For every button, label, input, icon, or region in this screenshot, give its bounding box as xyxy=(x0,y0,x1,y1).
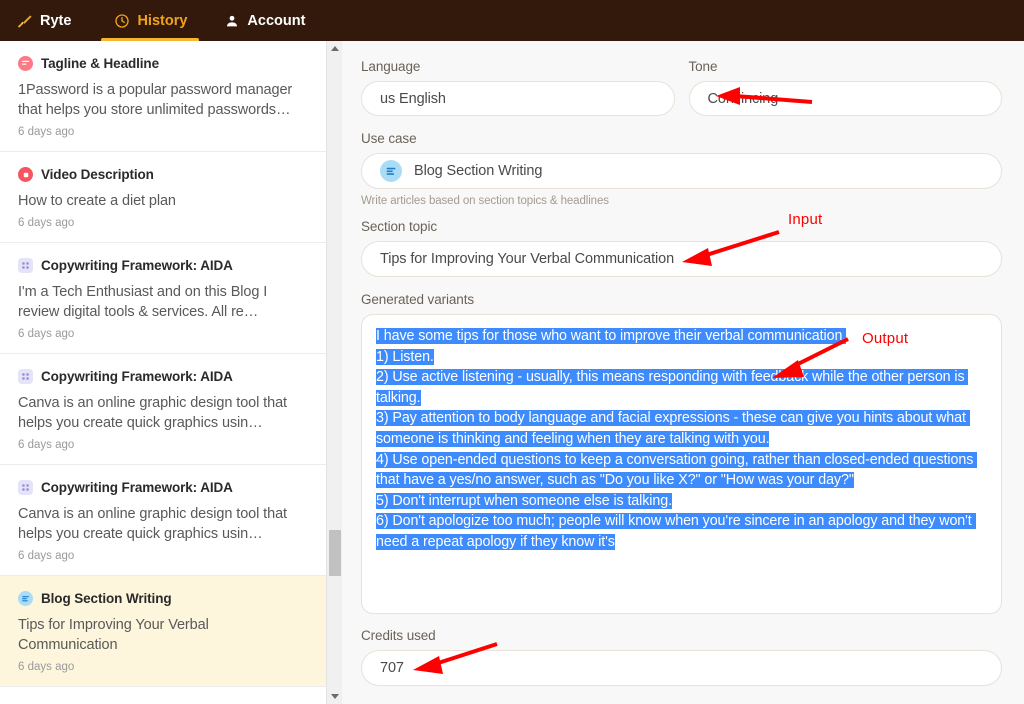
list-item[interactable]: Copywriting Framework: AIDA I'm a Tech E… xyxy=(0,243,326,354)
list-item-header: Copywriting Framework: AIDA xyxy=(18,480,308,495)
copywriting-aida-icon xyxy=(18,258,33,273)
use-case-field-group: Use case Blog Section Writing Write arti… xyxy=(361,131,1002,207)
copywriting-aida-icon xyxy=(18,480,33,495)
list-item-timestamp: 6 days ago xyxy=(18,126,308,138)
top-navigation-bar: Ryte History Account xyxy=(0,0,1024,41)
blog-section-writing-icon xyxy=(18,591,33,606)
list-item-body: 1Password is a popular password manager … xyxy=(18,80,308,120)
document-lines-icon xyxy=(380,160,402,182)
nav-tab-history[interactable]: History xyxy=(95,0,205,41)
language-tone-row: Language us English Tone Convincing xyxy=(361,59,1002,116)
clock-icon xyxy=(113,12,130,29)
brand-logo-ryte[interactable]: Ryte xyxy=(0,0,95,41)
scroll-up-arrow-icon[interactable] xyxy=(327,41,343,56)
language-value: us English xyxy=(380,91,446,107)
nav-tab-account[interactable]: Account xyxy=(205,0,323,41)
list-item-title: Copywriting Framework: AIDA xyxy=(41,480,233,495)
list-item-timestamp: 6 days ago xyxy=(18,217,308,229)
list-item-header: Blog Section Writing xyxy=(18,591,308,606)
list-item-body: Canva is an online graphic design tool t… xyxy=(18,393,308,433)
list-item-body: Tips for Improving Your Verbal Communica… xyxy=(18,615,308,655)
nav-tab-history-label: History xyxy=(137,13,187,29)
detail-panel: Language us English Tone Convincing Use … xyxy=(343,41,1024,704)
user-icon xyxy=(223,12,240,29)
list-item-body: I'm a Tech Enthusiast and on this Blog I… xyxy=(18,282,308,322)
tone-input[interactable]: Convincing xyxy=(689,81,1003,116)
use-case-help-text: Write articles based on section topics &… xyxy=(361,195,1002,207)
list-item-title: Tagline & Headline xyxy=(41,56,159,71)
list-item-title: Video Description xyxy=(41,167,154,182)
list-item-timestamp: 6 days ago xyxy=(18,550,308,562)
tone-value: Convincing xyxy=(708,91,779,107)
list-item-selected[interactable]: Blog Section Writing Tips for Improving … xyxy=(0,576,326,687)
list-item[interactable]: Copywriting Framework: AIDA Canva is an … xyxy=(0,354,326,465)
section-topic-input[interactable]: Tips for Improving Your Verbal Communica… xyxy=(361,241,1002,277)
list-item-timestamp: 6 days ago xyxy=(18,328,308,340)
app-window: Ryte History Account xyxy=(0,0,1024,704)
brand-label: Ryte xyxy=(40,13,71,29)
section-topic-label: Section topic xyxy=(361,219,1002,234)
list-item-body: How to create a diet plan xyxy=(18,191,308,211)
list-item[interactable]: Tagline & Headline 1Password is a popula… xyxy=(0,41,326,152)
history-sidebar: Tagline & Headline 1Password is a popula… xyxy=(0,41,326,704)
section-topic-value: Tips for Improving Your Verbal Communica… xyxy=(380,251,674,267)
list-item-timestamp: 6 days ago xyxy=(18,439,308,451)
sidebar-scrollbar[interactable] xyxy=(326,41,342,704)
video-description-icon xyxy=(18,167,33,182)
language-label: Language xyxy=(361,59,675,74)
credits-used-value: 707 xyxy=(380,660,404,676)
list-item-title: Blog Section Writing xyxy=(41,591,172,606)
list-item-header: Video Description xyxy=(18,167,308,182)
generated-variants-group: Generated variants I have some tips for … xyxy=(361,292,1002,614)
list-item-title: Copywriting Framework: AIDA xyxy=(41,258,233,273)
tagline-headline-icon xyxy=(18,56,33,71)
language-field-group: Language us English xyxy=(361,59,675,116)
use-case-label: Use case xyxy=(361,131,1002,146)
nav-tab-account-label: Account xyxy=(247,13,305,29)
list-item-timestamp: 6 days ago xyxy=(18,661,308,673)
list-item-body: Canva is an online graphic design tool t… xyxy=(18,504,308,544)
credits-used-group: Credits used 707 xyxy=(361,628,1002,686)
credits-used-input[interactable]: 707 xyxy=(361,650,1002,686)
generated-variants-textarea[interactable]: I have some tips for those who want to i… xyxy=(361,314,1002,614)
use-case-input[interactable]: Blog Section Writing xyxy=(361,153,1002,189)
pen-nib-icon xyxy=(16,12,33,29)
list-item[interactable]: Copywriting Framework: AIDA Canva is an … xyxy=(0,465,326,576)
list-item[interactable]: Video Description How to create a diet p… xyxy=(0,152,326,243)
section-topic-field-group: Section topic Tips for Improving Your Ve… xyxy=(361,219,1002,277)
generated-variants-label: Generated variants xyxy=(361,292,1002,307)
list-item-header: Tagline & Headline xyxy=(18,56,308,71)
tone-label: Tone xyxy=(689,59,1003,74)
generated-variants-text: I have some tips for those who want to i… xyxy=(376,326,987,553)
tone-field-group: Tone Convincing xyxy=(689,59,1003,116)
list-item-title: Copywriting Framework: AIDA xyxy=(41,369,233,384)
list-item-header: Copywriting Framework: AIDA xyxy=(18,258,308,273)
scrollbar-thumb[interactable] xyxy=(329,530,341,576)
credits-used-label: Credits used xyxy=(361,628,1002,643)
use-case-value: Blog Section Writing xyxy=(414,163,542,179)
copywriting-aida-icon xyxy=(18,369,33,384)
language-input[interactable]: us English xyxy=(361,81,675,116)
scroll-down-arrow-icon[interactable] xyxy=(327,689,343,704)
list-item-header: Copywriting Framework: AIDA xyxy=(18,369,308,384)
